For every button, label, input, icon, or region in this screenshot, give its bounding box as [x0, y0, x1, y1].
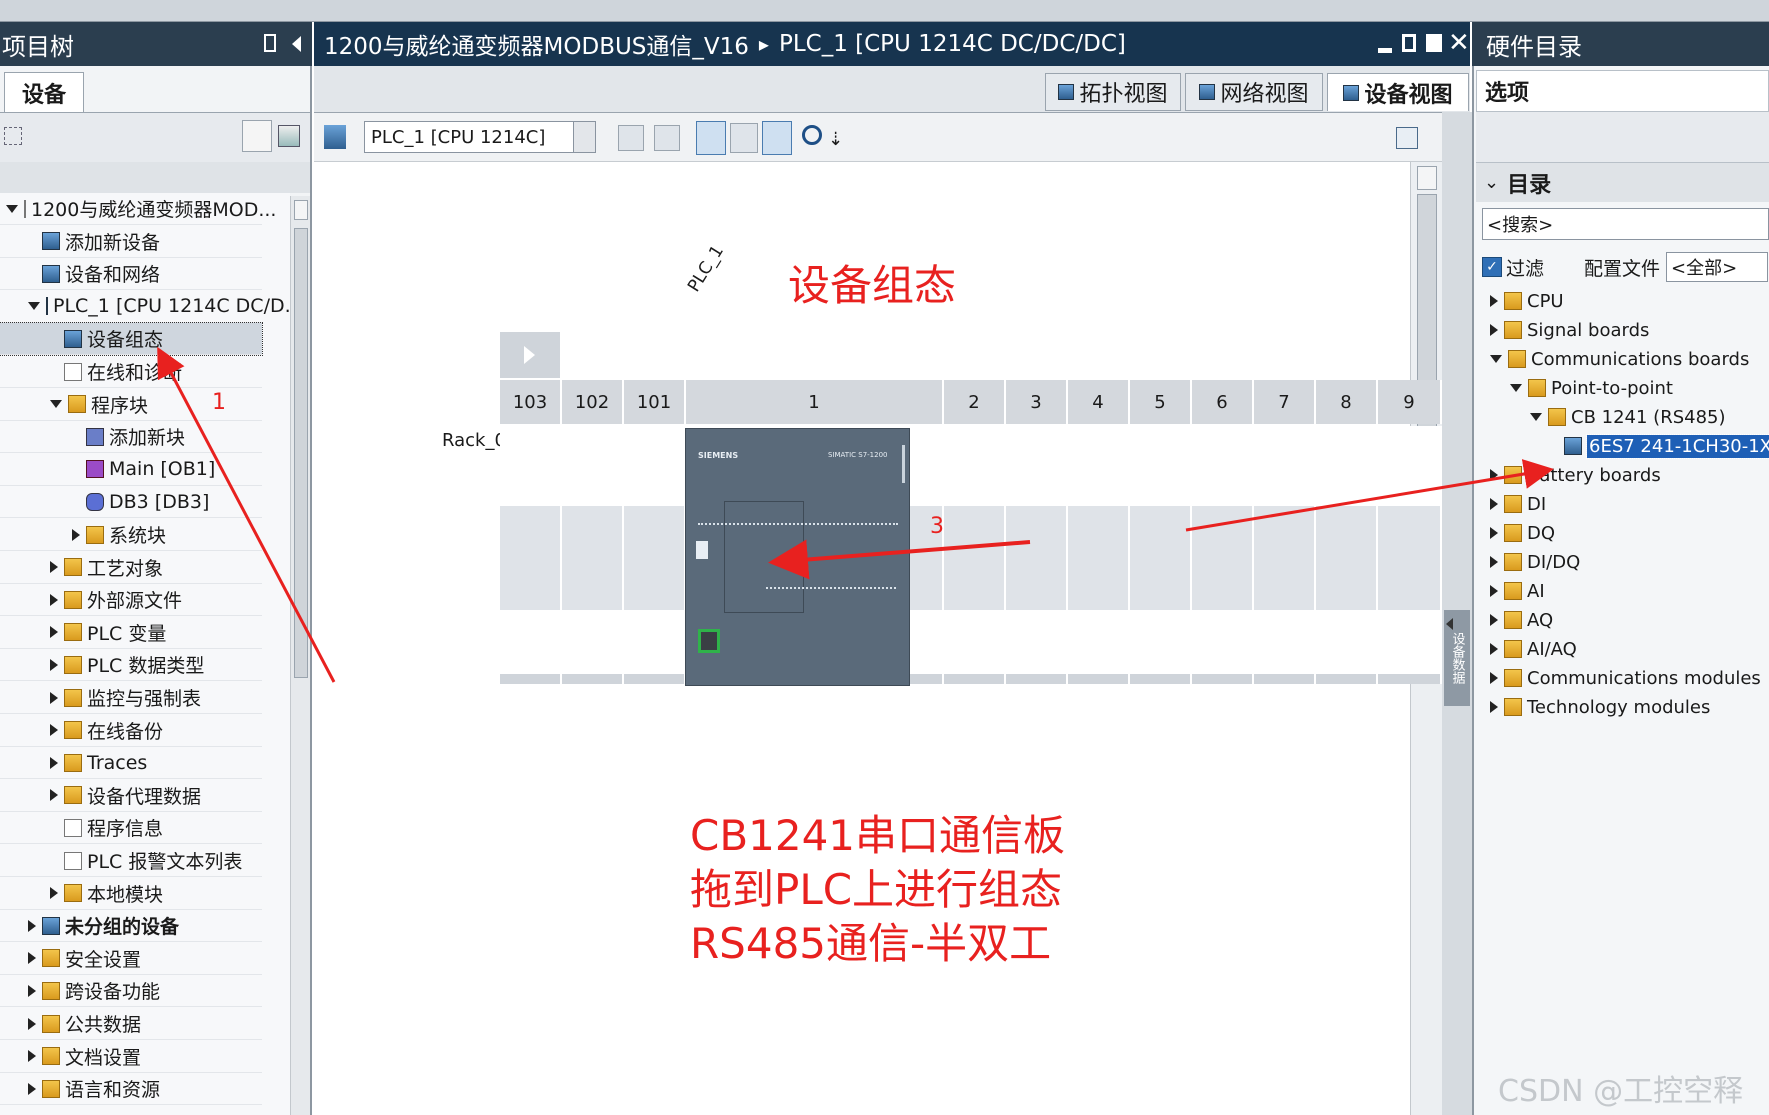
arrow-2: [1185, 459, 1554, 532]
arrow-1: [157, 346, 336, 683]
annotation-arrows: [157, 346, 1554, 683]
arrow-3: [768, 539, 1031, 580]
